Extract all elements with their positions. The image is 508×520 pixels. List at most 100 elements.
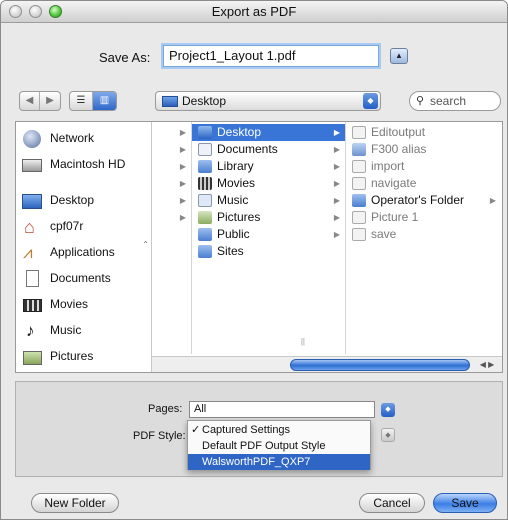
chevron-right-icon: ▶ bbox=[333, 213, 340, 222]
list-item-desktop[interactable]: Desktop ▶ bbox=[192, 124, 345, 141]
window-title: Export as PDF bbox=[211, 4, 297, 19]
sidebar-item-macintosh-hd[interactable]: Macintosh HD bbox=[22, 152, 125, 176]
disclosure-toggle-button[interactable]: ▲ bbox=[390, 48, 408, 64]
file-icon bbox=[352, 177, 366, 191]
desktop-icon bbox=[198, 126, 212, 140]
pages-field[interactable]: All bbox=[189, 401, 375, 418]
chevron-right-icon: ▶ bbox=[179, 179, 186, 188]
sidebar-item-movies[interactable]: Movies bbox=[22, 292, 88, 316]
column-view-icon[interactable]: ▥ bbox=[93, 92, 116, 110]
forward-arrow-icon[interactable]: ▶ bbox=[40, 92, 60, 110]
desktop-icon bbox=[162, 96, 178, 107]
sidebar-item-network[interactable]: Network bbox=[22, 126, 94, 150]
chevron-right-icon: ▶ bbox=[179, 162, 186, 171]
list-item[interactable]: Picture 1 bbox=[346, 209, 502, 226]
menu-item-captured-settings[interactable]: ✓ Captured Settings bbox=[188, 422, 370, 438]
view-mode-control: ☰ ▥ bbox=[69, 91, 117, 111]
chevron-right-icon: ▶ bbox=[333, 230, 340, 239]
sidebar-item-label: Documents bbox=[50, 271, 111, 285]
zoom-window-button[interactable] bbox=[49, 5, 62, 18]
list-item[interactable]: Library ▶ bbox=[192, 158, 345, 175]
navigation-toolbar: ◀ ▶ ☰ ▥ Desktop ◆ ⚲ search bbox=[1, 91, 507, 115]
list-item[interactable]: Public ▶ bbox=[192, 226, 345, 243]
save-button[interactable]: Save bbox=[433, 493, 497, 513]
list-item[interactable]: Documents ▶ bbox=[192, 141, 345, 158]
sidebar-item-label: Applications bbox=[50, 245, 115, 259]
chevron-right-icon: ▶ bbox=[179, 128, 186, 137]
list-item[interactable]: Music ▶ bbox=[192, 192, 345, 209]
home-icon: ⌂ bbox=[24, 216, 35, 237]
file-browser: Network Macintosh HD Desktop ⌂ cpf07r ⩘ Ap… bbox=[15, 121, 503, 373]
scroll-right-icon[interactable]: ▶ bbox=[488, 360, 494, 369]
save-as-field[interactable]: Project1_Layout 1.pdf bbox=[163, 45, 379, 67]
list-item[interactable]: F300 alias bbox=[346, 141, 502, 158]
library-folder-icon bbox=[198, 160, 212, 174]
movies-icon bbox=[22, 295, 44, 315]
pictures-folder-icon bbox=[198, 211, 212, 225]
sidebar-item-label: Macintosh HD bbox=[50, 157, 126, 171]
pdf-style-menu: ✓ Captured Settings Default PDF Output St… bbox=[187, 420, 371, 470]
pages-label: Pages: bbox=[148, 403, 183, 415]
file-icon bbox=[352, 126, 366, 140]
new-folder-button[interactable]: New Folder bbox=[31, 493, 119, 513]
movies-folder-icon bbox=[198, 177, 212, 191]
scroll-arrows[interactable]: ◀ ▶ bbox=[472, 357, 502, 372]
list-item[interactable]: navigate bbox=[346, 175, 502, 192]
scrollbar-thumb[interactable] bbox=[290, 359, 470, 371]
cancel-button[interactable]: Cancel bbox=[359, 493, 425, 513]
horizontal-scrollbar[interactable]: ◀ ▶ bbox=[152, 356, 502, 372]
save-as-row: Save As: Project1_Layout 1.pdf ▲ bbox=[1, 43, 507, 71]
hard-disk-icon bbox=[22, 155, 44, 175]
checkmark-icon: ✓ bbox=[191, 424, 201, 436]
sidebar-item-label: Pictures bbox=[50, 349, 94, 363]
sidebar-item-pictures[interactable]: Pictures bbox=[22, 344, 93, 368]
list-item[interactable]: Editoutput bbox=[346, 124, 502, 141]
applications-icon: ⩘ bbox=[23, 242, 33, 262]
sidebar-item-label: Movies bbox=[50, 297, 89, 311]
sidebar-item-documents[interactable]: Documents bbox=[22, 266, 111, 290]
chevron-right-icon: ▶ bbox=[489, 196, 496, 205]
sidebar-item-applications[interactable]: ⩘ Applications bbox=[22, 240, 115, 264]
documents-folder-icon bbox=[198, 143, 212, 157]
chevron-updown-icon: ◆ bbox=[363, 93, 378, 109]
sidebar-resize-handle[interactable]: ⌃ bbox=[142, 240, 149, 249]
chevron-right-icon: ▶ bbox=[179, 213, 186, 222]
list-item[interactable]: Movies ▶ bbox=[192, 175, 345, 192]
scroll-left-icon[interactable]: ◀ bbox=[480, 360, 486, 369]
search-input[interactable]: ⚲ search bbox=[409, 91, 501, 111]
search-placeholder: search bbox=[430, 94, 467, 108]
list-item[interactable]: save bbox=[346, 226, 502, 243]
export-dialog: Export as PDF Save As: Project1_Layout 1… bbox=[0, 0, 508, 520]
menu-item-walsworthpdf-qxp7[interactable]: WalsworthPDF_QXP7 bbox=[188, 454, 370, 470]
back-forward-control: ◀ ▶ bbox=[19, 91, 61, 111]
pdf-style-popup-arrow-icon[interactable]: ◆ bbox=[381, 428, 395, 442]
sidebar-item-label: Music bbox=[50, 323, 82, 337]
alias-folder-icon bbox=[352, 143, 366, 157]
list-view-icon[interactable]: ☰ bbox=[70, 92, 93, 110]
pages-popup-arrow-icon[interactable]: ◆ bbox=[381, 403, 395, 417]
menu-item-default-pdf-output-style[interactable]: Default PDF Output Style bbox=[188, 438, 370, 454]
close-window-button[interactable] bbox=[9, 5, 22, 18]
sidebar-item-desktop[interactable]: Desktop bbox=[22, 188, 94, 212]
desktop-icon bbox=[22, 191, 44, 211]
sidebar-item-music[interactable]: ♪ Music bbox=[22, 318, 81, 342]
music-icon: ♪ bbox=[26, 320, 35, 340]
pdf-style-label: PDF Style: bbox=[133, 430, 186, 442]
list-item[interactable]: Sites bbox=[192, 243, 345, 260]
chevron-right-icon: ▶ bbox=[179, 145, 186, 154]
parent-column: ▶ ▶ ▶ ▶ ▶ ▶ bbox=[152, 122, 192, 354]
sidebar-item-label: Network bbox=[50, 131, 95, 145]
back-arrow-icon[interactable]: ◀ bbox=[20, 92, 40, 110]
list-item[interactable]: Operator's Folder ▶ bbox=[346, 192, 502, 209]
file-icon bbox=[352, 160, 366, 174]
search-icon: ⚲ bbox=[416, 95, 425, 107]
minimize-window-button[interactable] bbox=[29, 5, 42, 18]
folder-icon bbox=[352, 194, 366, 208]
sidebar-item-cpf07r[interactable]: ⌂ cpf07r bbox=[22, 214, 83, 238]
list-item[interactable]: import bbox=[346, 158, 502, 175]
location-popup[interactable]: Desktop ◆ bbox=[155, 91, 381, 111]
column-resize-handle[interactable]: || bbox=[301, 337, 305, 346]
sidebar-item-label: Desktop bbox=[50, 193, 95, 207]
public-folder-icon bbox=[198, 228, 212, 242]
list-item[interactable]: Pictures ▶ bbox=[192, 209, 345, 226]
